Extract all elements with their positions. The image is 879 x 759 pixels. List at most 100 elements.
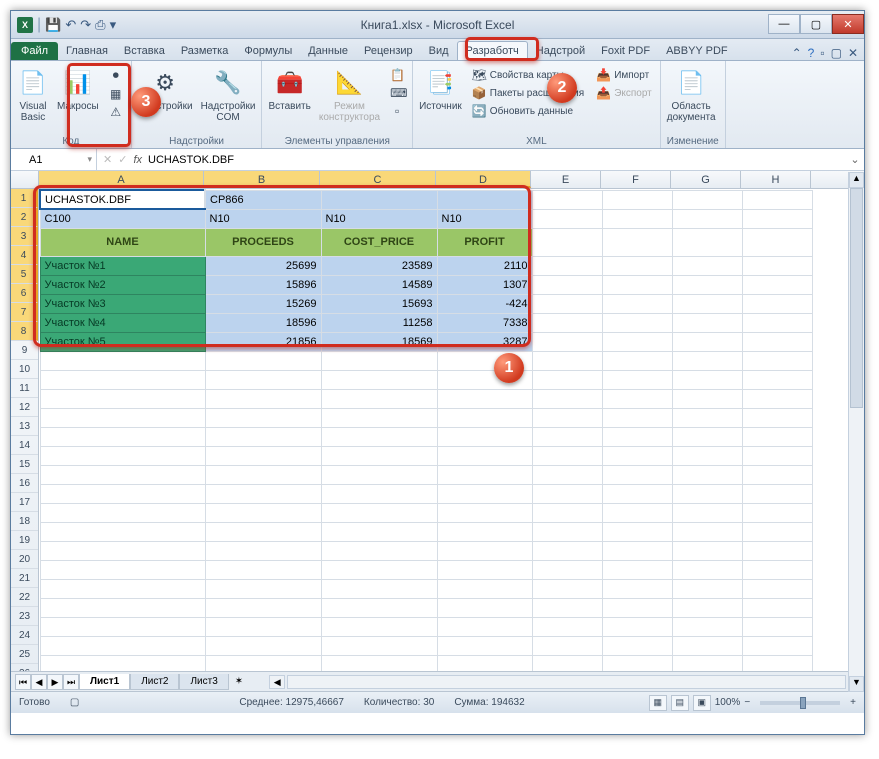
cell[interactable] [437, 503, 532, 522]
cell[interactable]: 15269 [205, 294, 321, 313]
view-break-button[interactable]: ▣ [693, 695, 711, 711]
cell[interactable] [672, 579, 742, 598]
cell[interactable] [672, 598, 742, 617]
cell[interactable] [672, 351, 742, 370]
cell[interactable] [602, 332, 672, 351]
cell[interactable] [742, 332, 812, 351]
vscroll-thumb[interactable] [850, 188, 863, 408]
cell[interactable] [672, 370, 742, 389]
cell[interactable] [205, 522, 321, 541]
cell[interactable] [532, 465, 602, 484]
cell[interactable] [742, 370, 812, 389]
cell[interactable] [672, 389, 742, 408]
refresh-data-button[interactable]: 🔄Обновить данные [470, 103, 586, 119]
sheet-tab-1[interactable]: Лист1 [79, 674, 130, 690]
cell[interactable] [532, 503, 602, 522]
cell[interactable] [40, 579, 205, 598]
cell[interactable] [437, 522, 532, 541]
row-header-24[interactable]: 24 [11, 626, 38, 645]
cell[interactable] [437, 389, 532, 408]
cell[interactable]: Участок №2 [40, 275, 205, 294]
cell[interactable] [437, 655, 532, 671]
row-header-19[interactable]: 19 [11, 531, 38, 550]
cell[interactable] [205, 617, 321, 636]
cell[interactable] [742, 598, 812, 617]
cell[interactable]: 11258 [321, 313, 437, 332]
cell[interactable] [672, 313, 742, 332]
cell[interactable] [437, 190, 532, 209]
cell[interactable] [532, 655, 602, 671]
cell[interactable] [602, 579, 672, 598]
cell[interactable]: Участок №4 [40, 313, 205, 332]
cell[interactable] [437, 541, 532, 560]
cell[interactable] [742, 313, 812, 332]
cell[interactable] [672, 484, 742, 503]
fx-icon[interactable]: fx [133, 154, 142, 166]
cell[interactable] [205, 598, 321, 617]
cell[interactable] [532, 484, 602, 503]
cell[interactable] [672, 446, 742, 465]
xml-source-button[interactable]: 📑 Источник [419, 63, 462, 112]
sheet-nav-first[interactable]: ⏮ [15, 674, 31, 690]
cell[interactable]: 23589 [321, 256, 437, 275]
cell[interactable] [532, 522, 602, 541]
cell[interactable] [742, 351, 812, 370]
cell[interactable] [40, 484, 205, 503]
cell[interactable] [602, 541, 672, 560]
zoom-in-button[interactable]: + [850, 697, 856, 708]
cell[interactable] [437, 560, 532, 579]
row-header-10[interactable]: 10 [11, 360, 38, 379]
cell[interactable] [205, 465, 321, 484]
cell[interactable] [672, 427, 742, 446]
cell[interactable]: PROFIT [437, 228, 532, 256]
cell[interactable] [437, 579, 532, 598]
cell[interactable]: C100 [40, 209, 205, 228]
cell[interactable] [672, 617, 742, 636]
row-header-13[interactable]: 13 [11, 417, 38, 436]
redo-icon[interactable]: ↷ [80, 17, 91, 33]
cell[interactable] [742, 256, 812, 275]
cell[interactable] [742, 294, 812, 313]
cell[interactable] [742, 190, 812, 209]
cell[interactable] [40, 351, 205, 370]
insert-control-button[interactable]: 🧰 Вставить [268, 63, 310, 112]
run-dialog-button[interactable]: ▫ [388, 103, 406, 119]
cell[interactable] [321, 503, 437, 522]
cell[interactable] [672, 332, 742, 351]
row-header-3[interactable]: 3 [11, 227, 38, 246]
col-header-A[interactable]: A [39, 171, 204, 188]
vscroll-down[interactable]: ▼ [849, 676, 864, 692]
name-box[interactable]: ▾ [11, 149, 97, 170]
export-button[interactable]: 📤Экспорт [594, 85, 654, 101]
cell[interactable] [672, 560, 742, 579]
sheet-nav-last[interactable]: ⏭ [63, 674, 79, 690]
view-layout-button[interactable]: ▤ [671, 695, 689, 711]
row-header-6[interactable]: 6 [11, 284, 38, 303]
cell[interactable] [205, 636, 321, 655]
cell[interactable] [532, 541, 602, 560]
cell[interactable] [742, 655, 812, 671]
cell[interactable]: CP866 [205, 190, 321, 209]
view-normal-button[interactable]: ▦ [649, 695, 667, 711]
window-restore-icon[interactable]: ▫ [820, 46, 824, 60]
cell[interactable] [437, 484, 532, 503]
cell[interactable] [672, 190, 742, 209]
cell[interactable] [602, 465, 672, 484]
cell[interactable] [602, 313, 672, 332]
cell[interactable] [321, 427, 437, 446]
status-macro-icon[interactable]: ▢ [70, 697, 79, 708]
visual-basic-button[interactable]: 📄 Visual Basic [17, 63, 49, 123]
tab-insert[interactable]: Вставка [116, 42, 173, 60]
row-header-15[interactable]: 15 [11, 455, 38, 474]
cell[interactable] [672, 256, 742, 275]
hscroll-left[interactable]: ◀ [269, 675, 285, 689]
row-header-20[interactable]: 20 [11, 550, 38, 569]
tab-developer[interactable]: Разработч [457, 41, 528, 60]
cell[interactable] [742, 560, 812, 579]
cell[interactable] [672, 522, 742, 541]
cell[interactable]: Участок №5 [40, 332, 205, 351]
qat-more-icon[interactable]: ▾ [110, 17, 117, 33]
tab-home[interactable]: Главная [58, 42, 116, 60]
col-header-H[interactable]: H [741, 171, 811, 188]
formula-expand-icon[interactable]: ⌄ [846, 153, 864, 166]
